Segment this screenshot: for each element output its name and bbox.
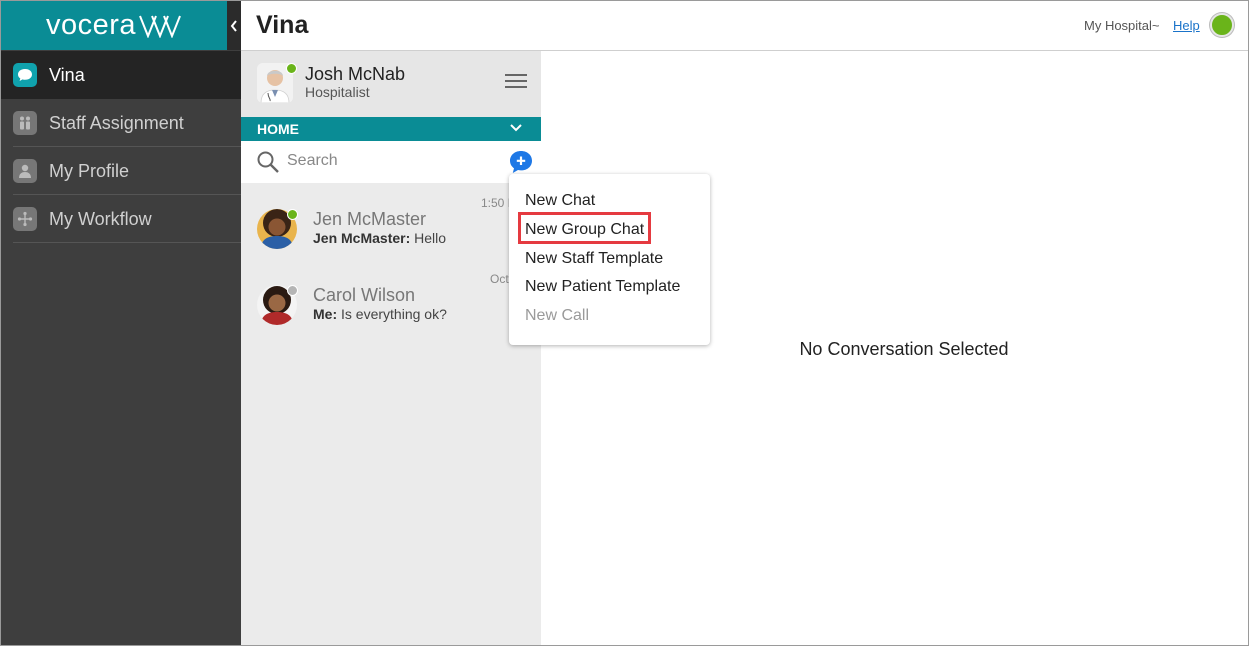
conversation-preview: Me: Is everything ok? — [313, 306, 447, 322]
presence-indicator — [287, 209, 298, 220]
person-icon — [13, 159, 37, 183]
nav-item-label: Vina — [49, 64, 85, 85]
nav-item-label: My Profile — [49, 160, 130, 181]
user-profile-header: Josh McNab Hospitalist — [241, 51, 541, 117]
menu-item-new-call: New Call — [525, 307, 590, 324]
vocera-logo-mark-icon — [139, 15, 181, 38]
left-navigation: vocera Vina Staff Assignment My Profile … — [1, 1, 241, 645]
top-bar: Vina My Hospital~ Help — [241, 1, 1248, 51]
chevron-down-icon — [510, 124, 522, 132]
collapse-sidebar-button[interactable] — [227, 1, 241, 50]
brand-logo: vocera — [1, 1, 227, 50]
nav-item-my-profile[interactable]: My Profile — [1, 147, 241, 195]
home-filter-label: HOME — [257, 121, 299, 137]
page-title: Vina — [256, 11, 309, 39]
logo-text: vocera — [45, 9, 137, 41]
conversation-name: Carol Wilson — [313, 285, 416, 305]
conversation-preview: Jen McMaster: Hello — [313, 230, 446, 246]
workflow-icon — [13, 207, 37, 231]
hospital-selector[interactable]: My Hospital~ — [1084, 18, 1160, 33]
user-status-indicator[interactable] — [1210, 13, 1234, 37]
presence-indicator — [287, 285, 298, 296]
profile-name: Josh McNab — [305, 64, 406, 84]
conversation-item-jen-mcmaster[interactable]: Jen McMaster Jen McMaster: Hello 1:50 P — [241, 183, 541, 259]
conversation-name: Jen McMaster — [313, 209, 427, 229]
new-conversation-button[interactable] — [508, 149, 534, 175]
search-input[interactable] — [287, 150, 487, 172]
message-text: Hello — [414, 230, 447, 246]
chat-bubble-icon — [13, 63, 37, 87]
nav-item-staff-assignment[interactable]: Staff Assignment — [1, 99, 241, 147]
message-sender: Jen McMaster: — [313, 230, 411, 246]
conversation-view: No Conversation Selected — [541, 51, 1248, 645]
message-text: Is everything ok? — [341, 306, 447, 322]
staff-assignment-icon — [13, 111, 37, 135]
new-conversation-menu: New Chat New Group Chat New Staff Templa… — [509, 174, 710, 345]
search-bar — [241, 141, 541, 183]
menu-item-new-patient-template[interactable]: New Patient Template — [525, 278, 680, 296]
conversation-list-panel: Josh McNab Hospitalist HOME Search Jen M… — [241, 51, 541, 645]
menu-item-new-group-chat[interactable]: New Group Chat — [525, 221, 644, 239]
nav-item-label: Staff Assignment — [49, 112, 184, 133]
nav-item-label: My Workflow — [49, 208, 152, 229]
help-link[interactable]: Help — [1173, 18, 1200, 33]
conversation-time: Oct — [490, 272, 509, 286]
app-window: vocera Vina Staff Assignment My Profile … — [0, 0, 1249, 646]
conversation-item-carol-wilson[interactable]: Carol Wilson Me: Is everything ok? Oct — [241, 259, 541, 335]
presence-indicator — [286, 63, 297, 74]
search-icon — [257, 151, 279, 173]
hamburger-menu-icon[interactable] — [505, 74, 527, 92]
nav-divider — [13, 242, 241, 243]
nav-item-my-workflow[interactable]: My Workflow — [1, 195, 241, 243]
menu-item-new-staff-template[interactable]: New Staff Template — [525, 250, 663, 268]
home-filter-bar[interactable]: HOME — [241, 117, 541, 141]
menu-item-new-chat[interactable]: New Chat — [525, 192, 595, 210]
profile-role: Hospitalist — [305, 84, 370, 100]
chevron-left-icon — [230, 19, 237, 32]
message-sender: Me: — [313, 306, 338, 322]
nav-item-vina[interactable]: Vina — [1, 51, 241, 99]
